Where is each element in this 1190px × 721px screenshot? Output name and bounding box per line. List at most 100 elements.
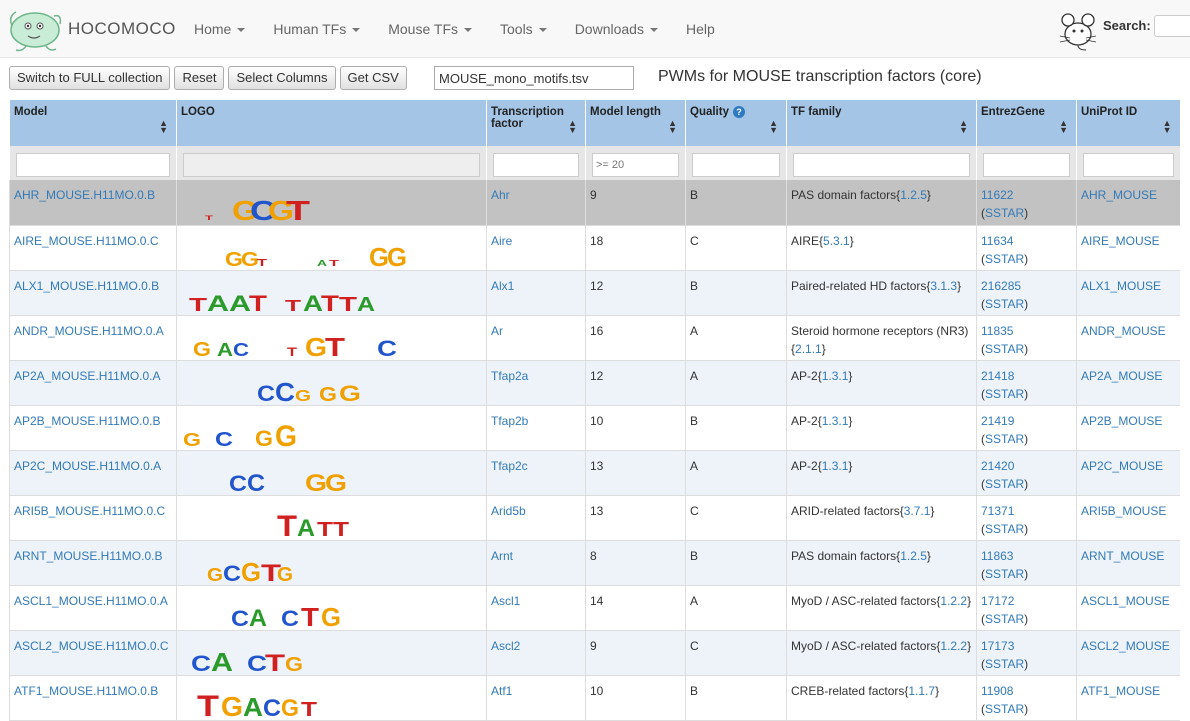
column-header-entrez[interactable]: EntrezGene ▲ ▼ (976, 100, 1077, 146)
filename-field[interactable] (434, 66, 634, 90)
tf-filter-input[interactable] (493, 153, 579, 177)
tf-link[interactable]: Ascl2 (491, 639, 520, 653)
motif-logo-image[interactable]: CCGGG (177, 361, 485, 405)
nav-human-tfs[interactable]: Human TFs (259, 0, 374, 58)
model-link[interactable]: ARI5B_MOUSE.H11MO.0.C (14, 504, 165, 518)
uniprot-link[interactable]: ARNT_MOUSE (1081, 549, 1164, 563)
table-row[interactable]: ATF1_MOUSE.H11MO.0.B T G A C G T Atf1 10 B CREB-re… (9, 675, 1180, 721)
family-code-link[interactable]: 3.7.1 (904, 504, 931, 518)
entrez-link[interactable]: 17172 (981, 594, 1014, 608)
uniprot-filter-input[interactable] (1083, 153, 1174, 177)
nav-mouse-tfs[interactable]: Mouse TFs (374, 0, 486, 58)
tf-link[interactable]: Arnt (491, 549, 513, 563)
motif-logo-image[interactable]: GCGG (177, 406, 485, 450)
uniprot-link[interactable]: AP2C_MOUSE (1081, 459, 1163, 473)
motif-logo-image[interactable]: GGT A T GG (177, 226, 485, 270)
switch-collection-button[interactable]: Switch to FULL collection (9, 66, 171, 90)
sstar-link[interactable]: SSTAR (985, 657, 1024, 671)
column-header-length[interactable]: Model length ▲ ▼ (585, 100, 686, 146)
tf-link[interactable]: Atf1 (491, 684, 512, 698)
family-code-link[interactable]: 5.3.1 (823, 234, 850, 248)
sstar-link[interactable]: SSTAR (985, 206, 1024, 220)
sstar-link[interactable]: SSTAR (985, 387, 1024, 401)
uniprot-link[interactable]: ARI5B_MOUSE (1081, 504, 1166, 518)
table-row[interactable]: ASCL1_MOUSE.H11MO.0.A C A C T G Ascl1 14 A MyoD /… (9, 585, 1180, 631)
tf-link[interactable]: Ar (491, 324, 503, 338)
family-code-link[interactable]: 1.3.1 (822, 414, 849, 428)
table-row[interactable]: AP2C_MOUSE.H11MO.0.A C C G G Tfap2c 13 A AP-2{1.… (9, 450, 1180, 496)
table-row[interactable]: ASCL2_MOUSE.H11MO.0.C C A C T G Ascl2 9 C MyoD / … (9, 630, 1180, 676)
reset-button[interactable]: Reset (174, 66, 225, 90)
table-row[interactable]: AHR_MOUSE.H11MO.0.B T G C G T Ahr 9 B PAS domain … (9, 180, 1180, 226)
uniprot-link[interactable]: AP2B_MOUSE (1081, 414, 1162, 428)
uniprot-link[interactable]: AHR_MOUSE (1081, 188, 1157, 202)
column-header-family[interactable]: TF family ▲ ▼ (786, 100, 977, 146)
entrez-link[interactable]: 21419 (981, 414, 1014, 428)
help-icon[interactable]: ? (732, 106, 745, 118)
sstar-link[interactable]: SSTAR (985, 612, 1024, 626)
sstar-link[interactable]: SSTAR (985, 297, 1024, 311)
table-row[interactable]: AP2B_MOUSE.H11MO.0.B G C G G Tfap2b 10 B AP-2{1.… (9, 405, 1180, 451)
family-code-link[interactable]: 1.2.5 (900, 188, 927, 202)
length-filter-input[interactable] (592, 153, 679, 177)
model-link[interactable]: ATF1_MOUSE.H11MO.0.B (14, 684, 158, 698)
entrez-link[interactable]: 71371 (981, 504, 1014, 518)
nav-downloads[interactable]: Downloads (561, 0, 672, 58)
sstar-link[interactable]: SSTAR (985, 252, 1024, 266)
model-link[interactable]: AP2B_MOUSE.H11MO.0.B (14, 414, 161, 428)
tf-link[interactable]: Arid5b (491, 504, 526, 518)
model-link[interactable]: AHR_MOUSE.H11MO.0.B (14, 188, 155, 202)
table-row[interactable]: ALX1_MOUSE.H11MO.0.B T A A T T A T T A Alx1 12 B Pair… (9, 270, 1180, 316)
family-filter-input[interactable] (793, 153, 970, 177)
table-row[interactable]: ANDR_MOUSE.H11MO.0.A G A C T G T C Ar 16 A Steroid … (9, 315, 1180, 361)
uniprot-link[interactable]: ASCL2_MOUSE (1081, 639, 1170, 653)
motif-logo-image[interactable]: CACTG (177, 586, 485, 630)
nav-tools[interactable]: Tools (486, 0, 561, 58)
tf-link[interactable]: Tfap2a (491, 369, 528, 383)
uniprot-link[interactable]: ALX1_MOUSE (1081, 279, 1161, 293)
tf-link[interactable]: Aire (491, 234, 512, 248)
model-link[interactable]: AP2A_MOUSE.H11MO.0.A (14, 369, 161, 383)
family-code-link[interactable]: 1.2.2 (940, 639, 967, 653)
motif-logo-image[interactable]: G C G TG (177, 541, 485, 585)
sstar-link[interactable]: SSTAR (985, 522, 1024, 536)
column-header-model[interactable]: Model ▲ ▼ (9, 100, 177, 146)
motif-logo-image[interactable]: T GCGT (177, 180, 485, 224)
nav-help[interactable]: Help (672, 0, 729, 58)
uniprot-link[interactable]: ASCL1_MOUSE (1081, 594, 1170, 608)
sstar-link[interactable]: SSTAR (985, 477, 1024, 491)
model-link[interactable]: ALX1_MOUSE.H11MO.0.B (14, 279, 159, 293)
uniprot-link[interactable]: ATF1_MOUSE (1081, 684, 1160, 698)
sstar-link[interactable]: SSTAR (985, 567, 1024, 581)
motif-logo-image[interactable]: CACTG (177, 631, 485, 675)
model-link[interactable]: AIRE_MOUSE.H11MO.0.C (14, 234, 158, 248)
brand[interactable]: HOCOMOCO (6, 4, 176, 54)
entrez-link[interactable]: 17173 (981, 639, 1014, 653)
sstar-link[interactable]: SSTAR (985, 432, 1024, 446)
family-code-link[interactable]: 2.1.1 (795, 342, 822, 356)
motif-logo-image[interactable]: TATT (177, 496, 485, 540)
entrez-filter-input[interactable] (983, 153, 1070, 177)
tf-link[interactable]: Tfap2b (491, 414, 528, 428)
table-row[interactable]: ARNT_MOUSE.H11MO.0.B G C G T G Arnt 8 B PAS domai… (9, 540, 1180, 586)
column-header-quality[interactable]: Quality? ▲ ▼ (685, 100, 787, 146)
tf-link[interactable]: Ascl1 (491, 594, 520, 608)
family-code-link[interactable]: 1.1.7 (908, 684, 935, 698)
sstar-link[interactable]: SSTAR (985, 702, 1024, 716)
model-link[interactable]: ARNT_MOUSE.H11MO.0.B (14, 549, 162, 563)
motif-logo-image[interactable]: T A AT T AT T A (177, 271, 485, 315)
entrez-link[interactable]: 11622 (981, 188, 1013, 202)
entrez-link[interactable]: 216285 (981, 279, 1021, 293)
family-code-link[interactable]: 3.1.3 (930, 279, 957, 293)
uniprot-link[interactable]: AP2A_MOUSE (1081, 369, 1162, 383)
model-link[interactable]: ASCL1_MOUSE.H11MO.0.A (14, 594, 168, 608)
family-code-link[interactable]: 1.2.2 (940, 594, 967, 608)
model-link[interactable]: ASCL2_MOUSE.H11MO.0.C (14, 639, 169, 653)
column-header-uniprot[interactable]: UniProt ID ▲ ▼ (1076, 100, 1180, 146)
entrez-link[interactable]: 11908 (981, 684, 1013, 698)
select-columns-button[interactable]: Select Columns (228, 66, 336, 90)
tf-link[interactable]: Alx1 (491, 279, 514, 293)
entrez-link[interactable]: 11835 (981, 324, 1013, 338)
motif-logo-image[interactable]: TGACGT (177, 676, 485, 720)
model-link[interactable]: AP2C_MOUSE.H11MO.0.A (14, 459, 161, 473)
